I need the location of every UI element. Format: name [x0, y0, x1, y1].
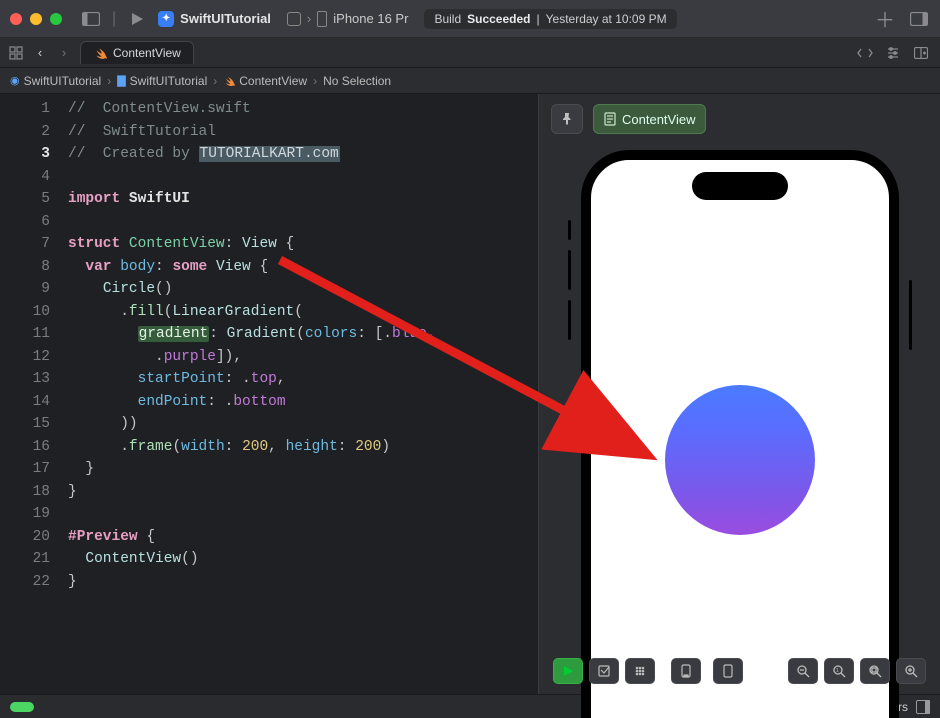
- main-area: 12345678910111213141516171819202122 // C…: [0, 94, 940, 694]
- tab-nav: ‹ ›: [6, 43, 78, 63]
- pin-preview-button[interactable]: [551, 104, 583, 134]
- editor-tab-contentview[interactable]: ContentView: [80, 41, 194, 64]
- add-icon[interactable]: ＋: [874, 8, 896, 30]
- scheme-selector[interactable]: ✦ SwiftUITutorial: [158, 11, 271, 27]
- toggle-bottom-panel-icon[interactable]: [916, 700, 930, 714]
- tab-label: ContentView: [113, 46, 181, 60]
- close-window-button[interactable]: [10, 13, 22, 25]
- line-number-gutter: 12345678910111213141516171819202122: [0, 94, 58, 694]
- toggle-navigator-icon[interactable]: [80, 8, 102, 30]
- preview-selectable-button[interactable]: [589, 658, 619, 684]
- phone-volume-down: [568, 300, 571, 340]
- preview-on-device-button[interactable]: [713, 658, 743, 684]
- nav-back-button[interactable]: ‹: [30, 43, 50, 63]
- swift-file-icon: [223, 75, 235, 87]
- iphone-frame: [581, 150, 899, 718]
- status-indicator[interactable]: [10, 702, 34, 712]
- preview-live-button[interactable]: [553, 658, 583, 684]
- swift-file-icon: [93, 46, 107, 60]
- svg-text:1: 1: [836, 668, 839, 674]
- preview-tab-contentview[interactable]: ContentView: [593, 104, 706, 134]
- nav-forward-button[interactable]: ›: [54, 43, 74, 63]
- zoom-in-button[interactable]: [896, 658, 926, 684]
- preview-device-settings-button[interactable]: [671, 658, 701, 684]
- chevron-right-icon: ›: [211, 74, 219, 88]
- folder-icon: ▇: [117, 74, 125, 87]
- zoom-out-button[interactable]: [788, 658, 818, 684]
- build-time: Yesterday at 10:09 PM: [546, 12, 667, 26]
- related-items-icon[interactable]: [6, 43, 26, 63]
- target-device: iPhone 16 Pr: [333, 11, 408, 26]
- build-sep: |: [537, 12, 540, 26]
- minimize-window-button[interactable]: [30, 13, 42, 25]
- dynamic-island: [692, 172, 788, 200]
- build-label: Build: [434, 12, 461, 26]
- phone-side-button: [909, 280, 912, 350]
- zoom-fit-button[interactable]: [860, 658, 890, 684]
- preview-tab-label: ContentView: [622, 112, 695, 127]
- zoom-actual-button[interactable]: 1: [824, 658, 854, 684]
- preview-doc-icon: [604, 112, 616, 126]
- crumb-group[interactable]: SwiftUITutorial: [130, 74, 208, 88]
- titlebar: | ✦ SwiftUITutorial › iPhone 16 Pr Build…: [0, 0, 940, 38]
- chevron-right-icon: ›: [105, 74, 113, 88]
- activity-view[interactable]: Build Succeeded | Yesterday at 10:09 PM: [424, 9, 676, 29]
- chevron-right-icon: ›: [307, 11, 311, 26]
- crumb-file[interactable]: ContentView: [239, 74, 307, 88]
- preview-canvas: ContentView: [539, 94, 940, 694]
- app-target-icon: [287, 12, 301, 26]
- build-result: Succeeded: [467, 12, 530, 26]
- crumb-selection[interactable]: No Selection: [323, 74, 391, 88]
- tab-bar: ‹ › ContentView: [0, 38, 940, 68]
- code-review-icon[interactable]: [856, 44, 874, 62]
- code-area[interactable]: // ContentView.swift // SwiftTutorial //…: [58, 94, 538, 694]
- adjust-editor-icon[interactable]: [884, 44, 902, 62]
- rendered-gradient-circle: [665, 385, 815, 535]
- add-editor-icon[interactable]: [912, 44, 930, 62]
- toolbar-separator: |: [112, 10, 116, 28]
- phone-volume-up: [568, 250, 571, 290]
- window-traffic-lights: [10, 13, 62, 25]
- preview-stage[interactable]: [539, 144, 940, 718]
- project-icon: ◉: [10, 74, 20, 87]
- toggle-inspector-icon[interactable]: [908, 8, 930, 30]
- phone-silent-switch: [568, 220, 571, 240]
- zoom-window-button[interactable]: [50, 13, 62, 25]
- project-name: SwiftUITutorial: [180, 11, 271, 26]
- breadcrumb: ◉ SwiftUITutorial › ▇ SwiftUITutorial › …: [0, 68, 940, 94]
- chevron-right-icon: ›: [311, 74, 319, 88]
- app-icon: ✦: [158, 11, 174, 27]
- preview-toolbar: 1: [539, 658, 940, 684]
- code-editor[interactable]: 12345678910111213141516171819202122 // C…: [0, 94, 538, 694]
- crumb-project[interactable]: SwiftUITutorial: [24, 74, 102, 88]
- run-destination[interactable]: › iPhone 16 Pr: [281, 9, 415, 29]
- preview-top-bar: ContentView: [539, 94, 940, 144]
- preview-variants-button[interactable]: [625, 658, 655, 684]
- run-button[interactable]: [126, 8, 148, 30]
- device-icon: [317, 11, 327, 27]
